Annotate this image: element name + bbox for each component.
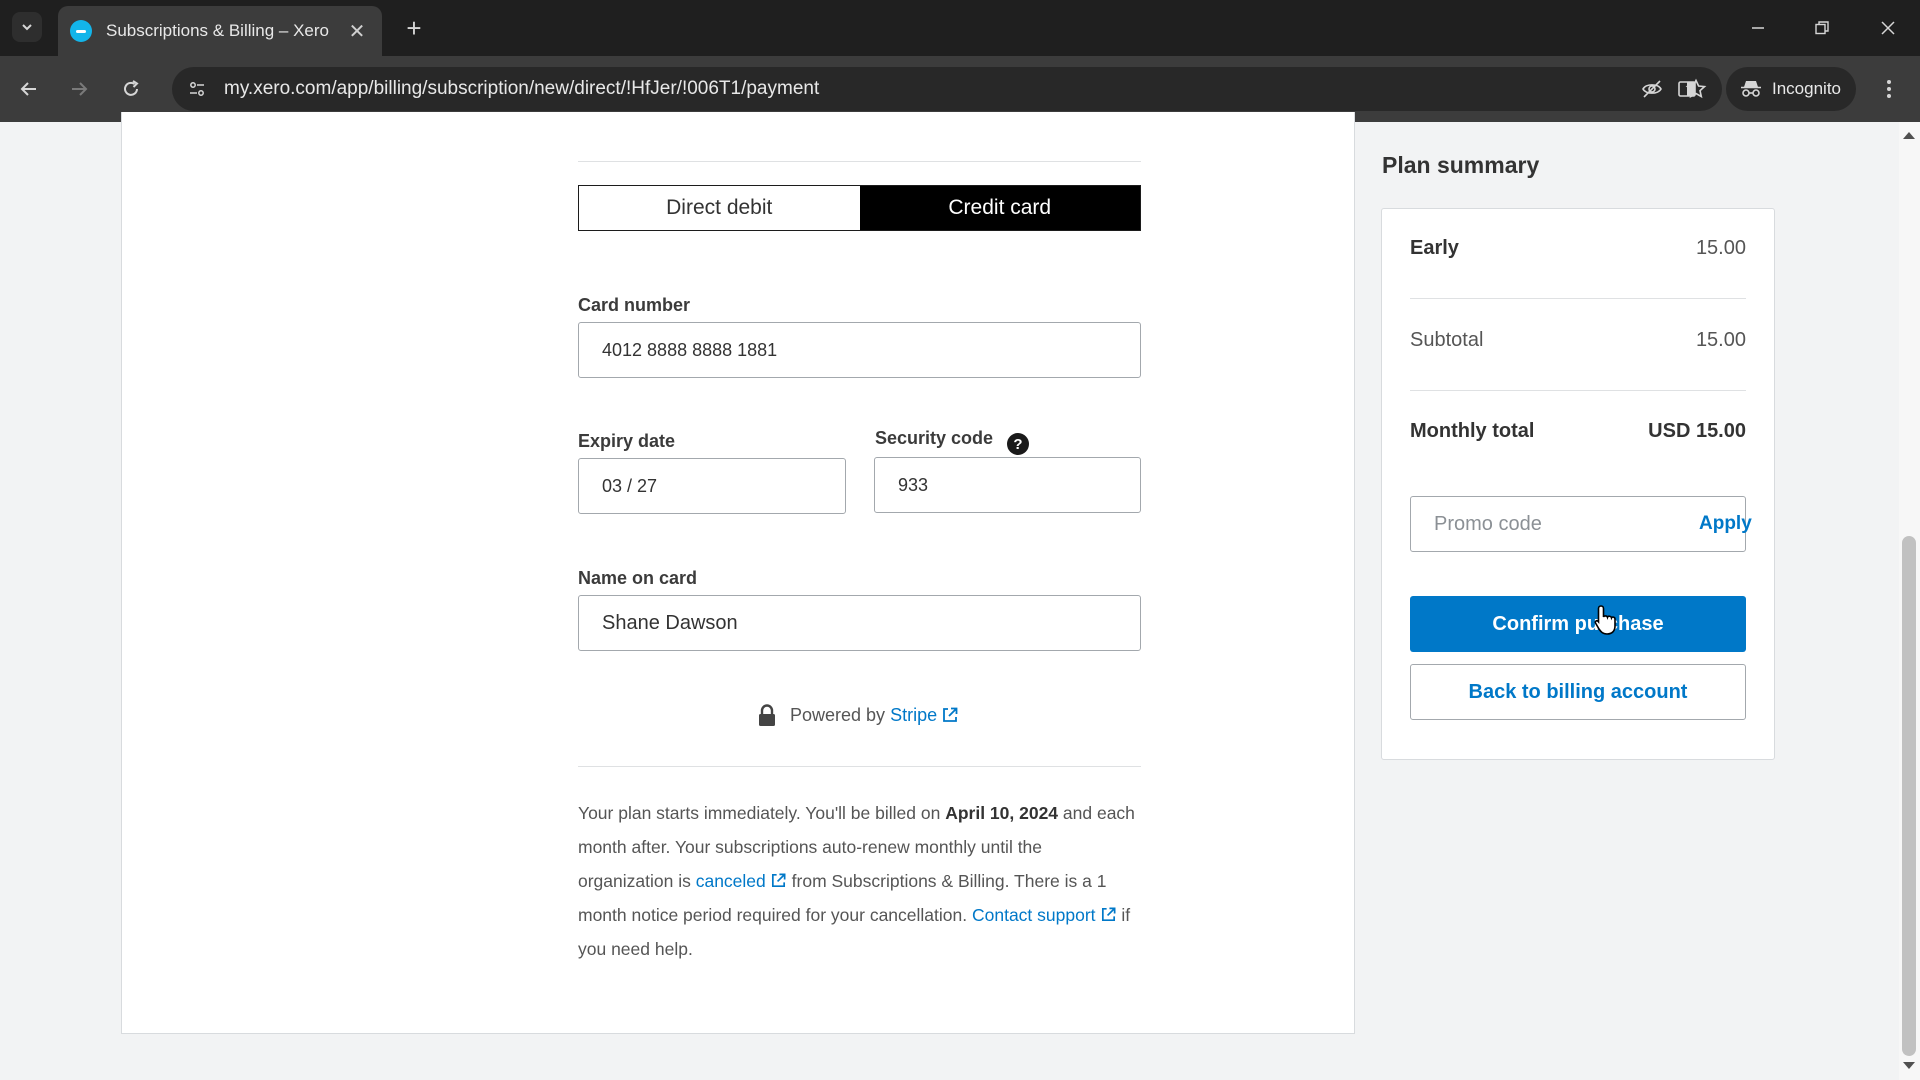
terms-divider bbox=[578, 766, 1141, 767]
incognito-icon bbox=[1741, 81, 1761, 97]
url-text[interactable]: my.xero.com/app/billing/subscription/new… bbox=[224, 78, 1634, 100]
side-panel-button[interactable] bbox=[1670, 72, 1704, 106]
security-code-field bbox=[874, 457, 1141, 513]
stripe-link[interactable]: Stripe bbox=[890, 705, 937, 726]
monthly-total-label: Monthly total bbox=[1410, 420, 1535, 442]
chevron-down-icon bbox=[22, 24, 32, 31]
forward-button[interactable] bbox=[62, 72, 96, 106]
card-number-field bbox=[578, 322, 1141, 378]
billing-start-date: April 10, 2024 bbox=[945, 803, 1059, 823]
canceled-link[interactable]: canceled bbox=[696, 871, 766, 891]
billing-terms: Your plan starts immediately. You'll be … bbox=[578, 796, 1141, 966]
tab-search-button[interactable] bbox=[12, 12, 42, 42]
apply-button[interactable]: Apply bbox=[1699, 513, 1752, 535]
browser-tab-active[interactable]: Subscriptions & Billing – Xero ✕ bbox=[58, 6, 382, 56]
plan-price: 15.00 bbox=[1695, 237, 1746, 259]
tab-title: Subscriptions & Billing – Xero bbox=[106, 21, 330, 40]
minimize-icon bbox=[1752, 27, 1764, 29]
scrollbar-thumb[interactable] bbox=[1902, 536, 1916, 1056]
plan-summary-card: Early 15.00 Subtotal 15.00 Monthly total… bbox=[1381, 208, 1775, 760]
external-link-icon bbox=[1101, 907, 1116, 922]
arrow-right-icon bbox=[72, 82, 88, 96]
subtotal-value: 15.00 bbox=[1695, 329, 1746, 351]
subtotal-label: Subtotal bbox=[1410, 329, 1484, 351]
plan-row: Early 15.00 bbox=[1410, 237, 1746, 260]
expiry-date-label: Expiry date bbox=[578, 431, 676, 451]
incognito-indicator[interactable]: Incognito bbox=[1726, 67, 1856, 111]
incognito-label: Incognito bbox=[1772, 79, 1841, 98]
monthly-total-row: Monthly total USD 15.00 bbox=[1410, 420, 1746, 443]
payment-method-toggle: Direct debit Credit card bbox=[578, 185, 1141, 231]
monthly-total-value: USD 15.00 bbox=[1648, 420, 1746, 442]
lock-icon bbox=[759, 704, 775, 726]
close-window-button[interactable] bbox=[1870, 10, 1906, 46]
browser-tab-bar: Subscriptions & Billing – Xero ✕ + bbox=[0, 0, 1920, 56]
side-panel-icon bbox=[1678, 81, 1696, 97]
arrow-left-icon bbox=[20, 82, 36, 96]
tracking-protection-icon[interactable] bbox=[1634, 71, 1670, 107]
card-number-label: Card number bbox=[578, 295, 691, 315]
minimize-button[interactable] bbox=[1740, 10, 1776, 46]
reload-button[interactable] bbox=[114, 72, 148, 106]
new-tab-button[interactable]: + bbox=[398, 12, 430, 44]
powered-by-text: Powered by bbox=[790, 704, 886, 725]
subtotal-row: Subtotal 15.00 bbox=[1410, 329, 1746, 352]
xero-favicon-icon bbox=[70, 20, 92, 42]
powered-by-stripe: Powered by Stripe bbox=[758, 704, 959, 726]
confirm-purchase-button[interactable]: Confirm purchase bbox=[1410, 596, 1746, 652]
security-code-label: Security code bbox=[875, 428, 994, 448]
summary-divider bbox=[1410, 390, 1746, 391]
contact-support-link[interactable]: Contact support bbox=[972, 905, 1096, 925]
security-code-input[interactable] bbox=[875, 458, 1140, 512]
expiry-date-input[interactable] bbox=[579, 459, 845, 513]
browser-menu-button[interactable] bbox=[1874, 72, 1904, 106]
summary-divider bbox=[1410, 298, 1746, 299]
plan-summary-title: Plan summary bbox=[1382, 152, 1540, 178]
restore-button[interactable] bbox=[1804, 10, 1840, 46]
payment-card: Direct debit Credit card Card number Exp… bbox=[121, 112, 1355, 1034]
address-bar[interactable]: my.xero.com/app/billing/subscription/new… bbox=[172, 67, 1722, 111]
direct-debit-tab[interactable]: Direct debit bbox=[579, 186, 860, 230]
hand-cursor-icon bbox=[1594, 605, 1616, 635]
help-icon[interactable]: ? bbox=[1007, 433, 1029, 455]
card-number-input[interactable] bbox=[579, 323, 1140, 377]
kebab-menu-icon bbox=[1887, 80, 1891, 98]
scroll-up-arrow-icon[interactable] bbox=[1903, 132, 1915, 139]
name-on-card-label: Name on card bbox=[578, 568, 698, 588]
plan-name: Early bbox=[1410, 237, 1459, 259]
page-viewport: Direct debit Credit card Card number Exp… bbox=[0, 112, 1920, 1080]
promo-code-field: Apply bbox=[1410, 496, 1752, 552]
back-button[interactable] bbox=[12, 72, 46, 106]
credit-card-tab[interactable]: Credit card bbox=[859, 186, 1140, 230]
name-on-card-input[interactable] bbox=[579, 596, 1140, 650]
promo-code-input[interactable] bbox=[1411, 497, 1699, 551]
external-link-icon bbox=[943, 707, 958, 722]
tab-close-icon[interactable]: ✕ bbox=[346, 19, 368, 44]
name-on-card-field bbox=[578, 595, 1141, 651]
reload-icon bbox=[124, 80, 139, 96]
expiry-date-field bbox=[578, 458, 846, 514]
back-to-billing-button[interactable]: Back to billing account bbox=[1410, 664, 1746, 720]
scroll-down-arrow-icon[interactable] bbox=[1903, 1062, 1915, 1069]
site-info-icon[interactable] bbox=[182, 74, 212, 104]
external-link-icon bbox=[771, 873, 786, 888]
top-divider bbox=[578, 161, 1141, 162]
close-icon bbox=[1881, 21, 1895, 35]
terms-text-1: Your plan starts immediately. You'll be … bbox=[578, 803, 946, 823]
restore-icon bbox=[1815, 21, 1829, 35]
